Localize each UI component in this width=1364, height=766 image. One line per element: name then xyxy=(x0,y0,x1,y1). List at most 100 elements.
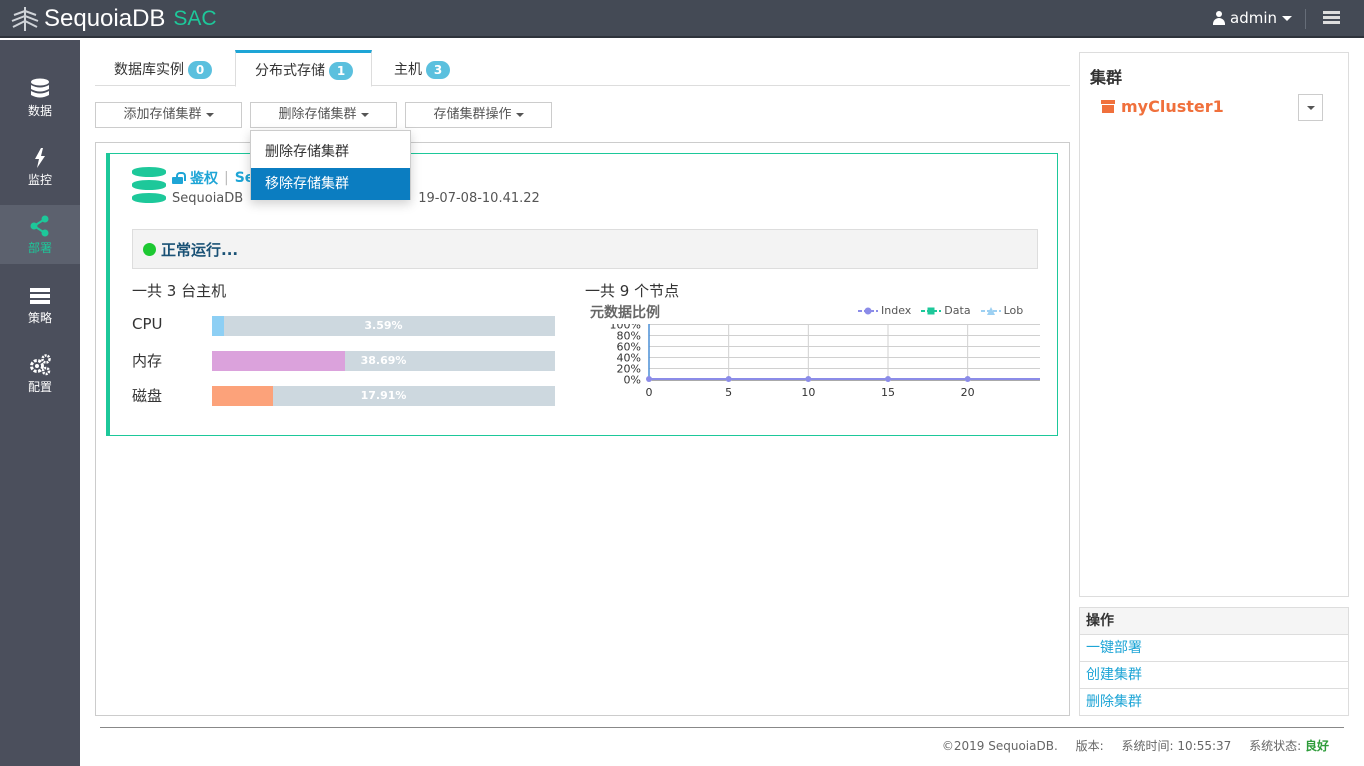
x-tick-label: 10 xyxy=(801,386,815,399)
system-time: 10:55:37 xyxy=(1177,739,1232,753)
add-storage-cluster-button[interactable]: 添加存储集群 xyxy=(95,102,242,128)
metric-label-cpu: CPU xyxy=(132,315,163,333)
sidebar: 数据 监控 部署 策略 配置 xyxy=(0,40,80,766)
tab-label: 主机 xyxy=(394,62,422,78)
operations-panel: 操作 一键部署 创建集群 删除集群 xyxy=(1079,607,1349,716)
one-click-deploy-link[interactable]: 一键部署 xyxy=(1080,635,1348,662)
sidebar-item-label: 数据 xyxy=(27,104,52,118)
tab-label: 数据库实例 xyxy=(114,62,184,78)
sidebar-item-label: 监控 xyxy=(27,173,52,187)
metric-label-disk: 磁盘 xyxy=(132,387,163,405)
menu-item-remove-storage-cluster[interactable]: 移除存储集群 xyxy=(251,168,410,200)
cluster-card[interactable]: 鉴权 | Se SequoiaDB 19-07-08-10.41.22 正常运行.… xyxy=(106,153,1058,436)
y-tick-label: 100% xyxy=(610,324,641,332)
tab-count-badge: 3 xyxy=(426,61,450,79)
delete-storage-cluster-button[interactable]: 删除存储集群 xyxy=(250,102,397,128)
legend-item-data[interactable]: Data xyxy=(921,304,971,317)
button-label: 添加存储集群 xyxy=(123,107,202,122)
sidebar-item-label: 配置 xyxy=(27,380,52,394)
caret-down-icon xyxy=(360,112,369,117)
storage-cluster-ops-button[interactable]: 存储集群操作 xyxy=(405,102,552,128)
chart-title: 元数据比例 xyxy=(590,305,660,321)
footer-divider xyxy=(100,727,1344,728)
database-icon xyxy=(31,78,49,98)
caret-down-icon xyxy=(1306,105,1315,110)
menu-item-delete-storage-cluster[interactable]: 删除存储集群 xyxy=(251,136,410,168)
copyright: ©2019 SequoiaDB. xyxy=(941,739,1058,753)
tab-count-badge: 1 xyxy=(329,62,353,80)
divider xyxy=(1305,9,1306,29)
separator: | xyxy=(224,170,229,186)
data-point-index xyxy=(646,376,652,382)
tab-bar: 数据库实例 0 分布式存储 1 主机 3 xyxy=(95,50,1070,87)
data-point-index xyxy=(885,376,891,382)
caret-down-icon xyxy=(515,112,524,117)
footer: ©2019 SequoiaDB. 版本: 系统时间: 10:55:37 系统状态… xyxy=(942,737,1329,754)
create-cluster-link[interactable]: 创建集群 xyxy=(1080,662,1348,689)
button-label: 存储集群操作 xyxy=(433,107,512,122)
server-icon[interactable] xyxy=(1323,11,1340,25)
progress-text: 3.59% xyxy=(364,319,403,332)
card-title: 鉴权 | Se xyxy=(172,168,254,188)
brand[interactable]: SequoiaDB SAC xyxy=(10,4,217,34)
hosts-title: 一共 3 台主机 xyxy=(132,282,227,300)
tree-logo-icon xyxy=(11,7,39,31)
user-menu[interactable]: admin xyxy=(1213,9,1292,27)
system-status: 良好 xyxy=(1304,739,1329,753)
sidebar-item-monitor[interactable]: 监控 xyxy=(0,137,80,196)
version-label: 19-07-08-10.41.22 xyxy=(418,191,540,206)
tab-distributed-storage[interactable]: 分布式存储 1 xyxy=(235,50,372,87)
data-point-index xyxy=(725,376,732,382)
cluster-panel: 集群 myCluster1 xyxy=(1079,52,1349,597)
legend-label: Index xyxy=(881,304,912,317)
sidebar-item-policy[interactable]: 策略 xyxy=(0,275,80,334)
sidebar-item-config[interactable]: 配置 xyxy=(0,344,80,403)
status-bar: 正常运行... xyxy=(132,229,1038,269)
sidebar-item-label: 部署 xyxy=(27,241,52,255)
delete-cluster-dropdown-menu: 删除存储集群 移除存储集群 xyxy=(250,130,411,200)
user-icon xyxy=(1213,11,1225,25)
database-icon xyxy=(132,167,166,207)
main-panel: 鉴权 | Se SequoiaDB 19-07-08-10.41.22 正常运行.… xyxy=(95,142,1070,716)
sidebar-item-data[interactable]: 数据 xyxy=(0,68,80,127)
tab-hosts[interactable]: 主机 3 xyxy=(375,50,468,86)
legend-item-lob[interactable]: Lob xyxy=(980,304,1024,317)
progress-text: 38.69% xyxy=(360,354,407,367)
disk-progress-bar: 17.91% xyxy=(212,386,555,406)
button-label: 删除存储集群 xyxy=(278,107,357,122)
legend-item-index[interactable]: Index xyxy=(858,304,911,317)
cluster-select-button[interactable] xyxy=(1298,94,1323,121)
product-label: SequoiaDB xyxy=(172,191,244,206)
status-dot-icon xyxy=(143,242,156,256)
version-label: 版本: xyxy=(1075,739,1104,753)
legend-label: Lob xyxy=(1003,304,1024,317)
tab-db-instances[interactable]: 数据库实例 0 xyxy=(95,50,230,86)
sidebar-item-label: 策略 xyxy=(27,311,52,325)
chart-legend: Index Data Lob xyxy=(858,304,1023,317)
status-text: 正常运行... xyxy=(161,240,239,259)
sidebar-item-deploy[interactable]: 部署 xyxy=(0,205,80,264)
memory-progress-bar: 38.69% xyxy=(212,351,555,371)
brand-name: SequoiaDB xyxy=(44,5,166,32)
cluster-name: myCluster1 xyxy=(1121,97,1224,116)
caret-down-icon xyxy=(1282,15,1292,21)
legend-label: Data xyxy=(944,304,971,317)
cluster-item[interactable]: myCluster1 xyxy=(1101,97,1224,116)
delete-cluster-link[interactable]: 删除集群 xyxy=(1080,689,1348,716)
x-tick-label: 20 xyxy=(961,386,975,399)
data-point-index xyxy=(805,376,812,382)
x-tick-label: 5 xyxy=(725,386,732,399)
caret-down-icon xyxy=(205,112,214,117)
data-point-index xyxy=(964,376,971,382)
cluster-panel-title: 集群 xyxy=(1090,68,1123,87)
legend-marker-icon xyxy=(921,307,942,314)
auth-label[interactable]: 鉴权 xyxy=(190,168,218,188)
cpu-progress-bar: 3.59% xyxy=(212,316,555,336)
legend-marker-icon xyxy=(980,306,1001,315)
legend-marker-icon xyxy=(858,307,878,314)
top-bar: SequoiaDB SAC admin xyxy=(0,0,1364,38)
tab-label: 分布式存储 xyxy=(255,63,325,79)
operations-title: 操作 xyxy=(1080,608,1348,635)
metadata-ratio-chart: 0%20%40%60%80%100%051015202530 xyxy=(610,324,1040,399)
unlock-icon xyxy=(172,172,186,184)
